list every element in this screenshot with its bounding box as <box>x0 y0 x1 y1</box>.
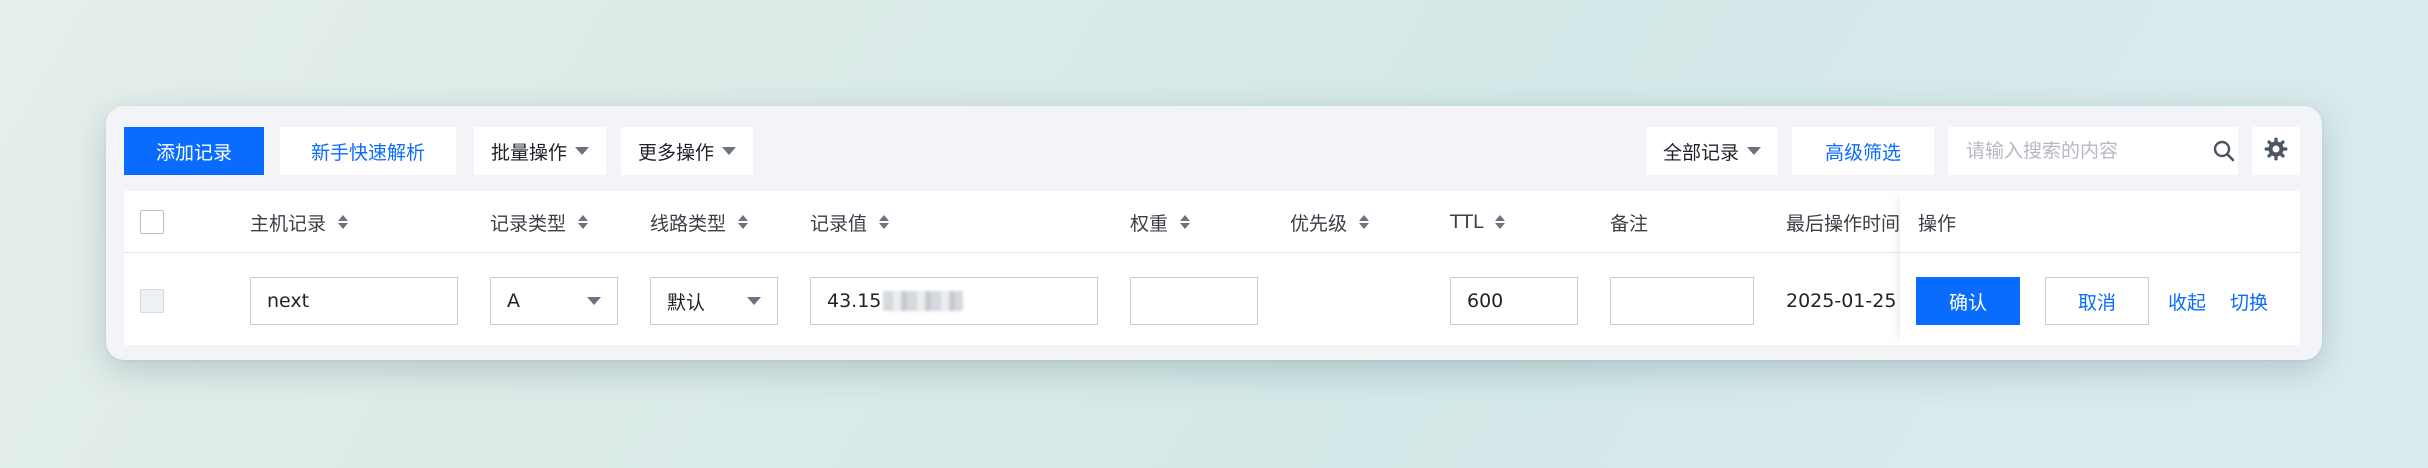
col-host-label: 主机记录 <box>250 212 327 235</box>
dns-record-table: 主机记录 记录类型 线路类型 记录值 权重 优先级 TTL 备注 最后操作时间 … <box>124 191 2300 345</box>
sort-icon <box>879 215 890 229</box>
ttl-input[interactable] <box>1450 277 1578 325</box>
redacted-value <box>883 291 964 311</box>
col-value[interactable]: 记录值 <box>810 191 890 253</box>
col-actions: 操作 <box>1918 191 1956 253</box>
record-type-select[interactable]: A <box>490 277 618 325</box>
cancel-button[interactable]: 取消 <box>2045 277 2149 325</box>
search-icon[interactable] <box>2209 139 2238 163</box>
search-box <box>1948 127 2238 175</box>
batch-ops-dropdown[interactable]: 批量操作 <box>474 127 606 175</box>
record-value-input[interactable]: 43.15 <box>810 277 1098 325</box>
add-record-button[interactable]: 添加记录 <box>124 127 264 175</box>
col-type-label: 记录类型 <box>490 212 567 235</box>
col-line[interactable]: 线路类型 <box>650 191 749 253</box>
col-weight-label: 权重 <box>1130 212 1169 235</box>
all-records-label: 全部记录 <box>1662 141 1739 164</box>
col-last-op-time: 最后操作时间 <box>1786 191 1900 253</box>
remark-input[interactable] <box>1610 277 1754 325</box>
record-value-text: 43.15 <box>827 290 882 312</box>
chevron-down-icon <box>747 297 761 305</box>
actions-header: 操作 <box>1900 191 2300 253</box>
col-type[interactable]: 记录类型 <box>490 191 589 253</box>
col-remark-label: 备注 <box>1610 212 1649 235</box>
switch-link[interactable]: 切换 <box>2230 277 2268 325</box>
record-type-value: A <box>507 290 520 312</box>
col-weight[interactable]: 权重 <box>1130 191 1191 253</box>
col-value-label: 记录值 <box>810 212 868 235</box>
gear-icon <box>2263 136 2289 166</box>
chevron-down-icon <box>722 147 736 155</box>
actions-column: 操作 确认 取消 收起 切换 <box>1900 191 2300 345</box>
advanced-filter-button[interactable]: 高级筛选 <box>1792 127 1934 175</box>
line-type-value: 默认 <box>667 291 706 314</box>
line-type-select[interactable]: 默认 <box>650 277 778 325</box>
more-ops-label: 更多操作 <box>637 141 714 164</box>
sort-icon <box>1359 215 1370 229</box>
weight-input[interactable] <box>1130 277 1258 325</box>
col-host[interactable]: 主机记录 <box>250 191 349 253</box>
col-priority[interactable]: 优先级 <box>1290 191 1370 253</box>
search-input[interactable] <box>1948 127 2209 175</box>
confirm-button[interactable]: 确认 <box>1916 277 2020 325</box>
chevron-down-icon <box>1747 147 1761 155</box>
dns-record-panel: 添加记录 新手快速解析 批量操作 更多操作 全部记录 高级筛选 请输入搜索的内容… <box>106 106 2322 360</box>
last-op-time: 2025-01-25 <box>1786 290 1897 312</box>
sort-icon <box>1495 215 1506 229</box>
sort-icon <box>338 215 349 229</box>
quick-resolve-button[interactable]: 新手快速解析 <box>280 127 456 175</box>
sort-icon <box>578 215 589 229</box>
col-ttl[interactable]: TTL <box>1450 191 1506 253</box>
settings-button[interactable] <box>2252 127 2300 175</box>
all-records-dropdown[interactable]: 全部记录 <box>1646 127 1778 175</box>
row-checkbox <box>140 289 164 313</box>
collapse-link[interactable]: 收起 <box>2168 277 2206 325</box>
sort-icon <box>738 215 749 229</box>
chevron-down-icon <box>587 297 601 305</box>
chevron-down-icon <box>575 147 589 155</box>
col-ttl-label: TTL <box>1450 211 1484 233</box>
more-ops-dropdown[interactable]: 更多操作 <box>621 127 753 175</box>
sort-icon <box>1180 215 1191 229</box>
col-line-label: 线路类型 <box>650 212 727 235</box>
col-last-op-time-label: 最后操作时间 <box>1786 212 1901 235</box>
col-remark: 备注 <box>1610 191 1648 253</box>
batch-ops-label: 批量操作 <box>490 141 567 164</box>
select-all-checkbox[interactable] <box>140 210 164 234</box>
host-record-input[interactable] <box>250 277 458 325</box>
col-priority-label: 优先级 <box>1290 212 1348 235</box>
col-actions-label: 操作 <box>1918 212 1957 235</box>
